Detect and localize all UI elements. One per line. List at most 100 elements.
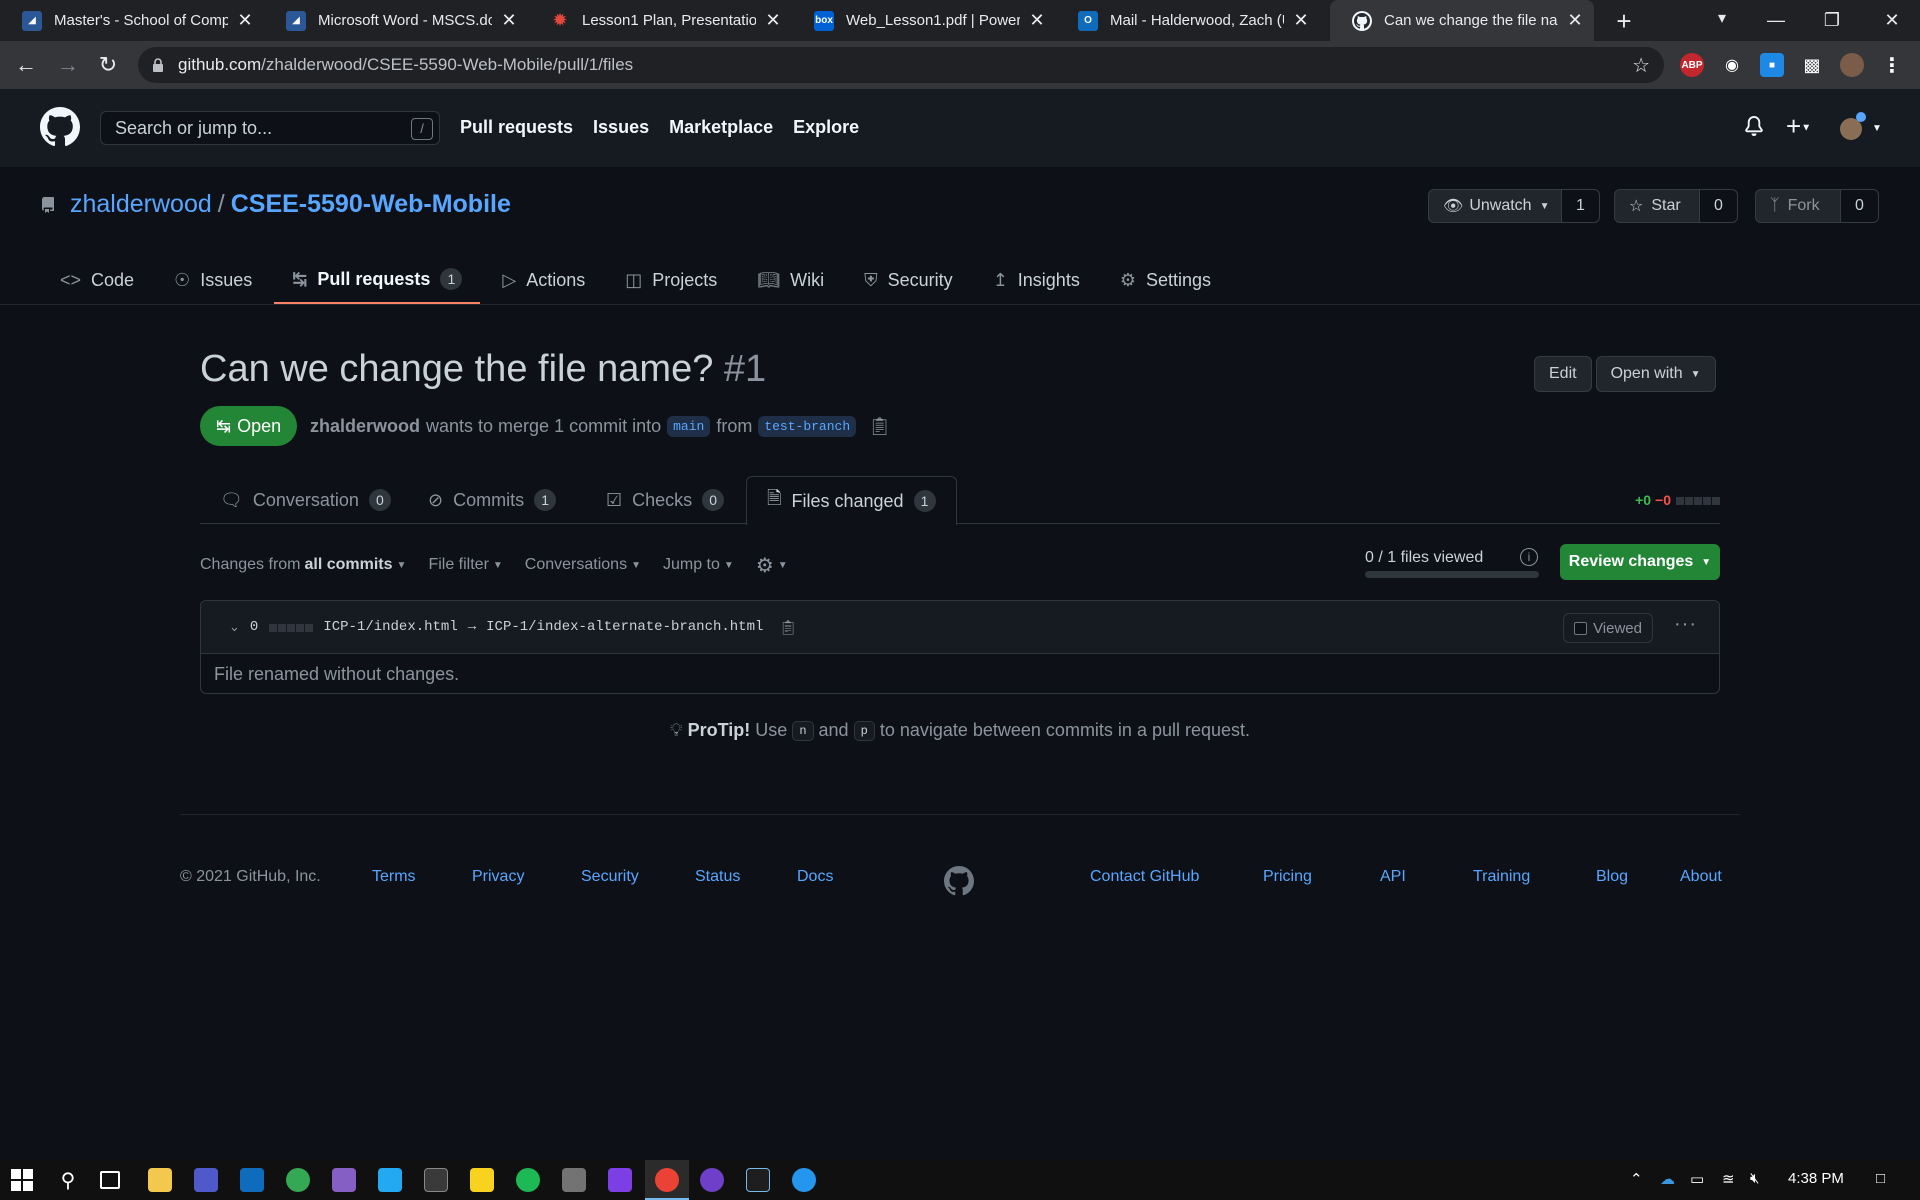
windows-start-icon[interactable]	[10, 1168, 34, 1197]
tab-search-icon[interactable]: ▾	[1694, 0, 1750, 41]
repo-owner-link[interactable]: zhalderwood	[70, 190, 212, 219]
repo-name-link[interactable]: CSEE-5590-Web-Mobile	[231, 190, 511, 219]
footer-link-training[interactable]: Training	[1473, 868, 1530, 886]
spy-extension-icon[interactable]: ◉	[1720, 53, 1744, 77]
footer-link-terms[interactable]: Terms	[372, 868, 416, 886]
copy-clipboard-icon[interactable]: 📋︎	[779, 619, 797, 636]
teams-icon[interactable]	[194, 1168, 218, 1192]
info-icon[interactable]: i	[1520, 548, 1538, 566]
tab-projects[interactable]: ◫ Projects	[625, 256, 717, 304]
browser-tab[interactable]: ◢ Microsoft Word - MSCS.doc ✕	[264, 0, 528, 41]
browser-tab[interactable]: O Mail - Halderwood, Zach (U ✕	[1056, 0, 1320, 41]
close-tab-icon[interactable]: ✕	[500, 10, 518, 31]
minimize-icon[interactable]: —	[1748, 0, 1804, 41]
app-icon[interactable]	[608, 1168, 632, 1192]
restore-icon[interactable]: ❐	[1804, 0, 1860, 41]
footer-link-about[interactable]: About	[1680, 868, 1722, 886]
forward-icon[interactable]: →	[54, 51, 82, 79]
sticky-notes-icon[interactable]	[470, 1168, 494, 1192]
tab-wiki[interactable]: 📖︎ Wiki	[757, 256, 824, 304]
nav-issues[interactable]: Issues	[593, 117, 649, 138]
star-count[interactable]: 0	[1700, 189, 1738, 223]
snip-icon[interactable]	[746, 1168, 770, 1192]
old-file-path[interactable]: ICP-1/index.html	[323, 619, 457, 635]
nav-marketplace[interactable]: Marketplace	[669, 117, 773, 138]
tab-issues[interactable]: ☉ Issues	[174, 256, 252, 304]
docker-icon[interactable]	[792, 1168, 816, 1192]
file-explorer-icon[interactable]	[148, 1168, 172, 1192]
more-options-icon[interactable]: ···	[1674, 613, 1697, 636]
footer-link-privacy[interactable]: Privacy	[472, 868, 524, 886]
fork-count[interactable]: 0	[1841, 189, 1879, 223]
notifications-icon[interactable]: □	[1876, 1170, 1885, 1187]
tab-files-changed[interactable]: 🗎︎ Files changed 1	[746, 476, 957, 525]
footer-link-blog[interactable]: Blog	[1596, 868, 1628, 886]
tab-commits[interactable]: ⊘ Commits 1	[408, 476, 576, 524]
close-tab-icon[interactable]: ✕	[1292, 10, 1310, 31]
github-desktop-icon[interactable]	[700, 1168, 724, 1192]
extensions-puzzle-icon[interactable]: ▩	[1800, 53, 1824, 77]
spotify-icon[interactable]	[516, 1168, 540, 1192]
tab-code[interactable]: <> Code	[60, 256, 134, 304]
visual-studio-icon[interactable]	[332, 1168, 356, 1192]
footer-link-contact[interactable]: Contact GitHub	[1090, 868, 1199, 886]
head-branch[interactable]: test-branch	[758, 416, 857, 437]
bookmark-star-icon[interactable]: ☆	[1632, 53, 1650, 78]
notifications-bell-icon[interactable]	[1744, 115, 1764, 143]
watch-count[interactable]: 1	[1562, 189, 1600, 223]
close-tab-icon[interactable]: ✕	[1028, 10, 1046, 31]
footer-link-status[interactable]: Status	[695, 868, 740, 886]
browser-tab[interactable]: ◢ Master's - School of Compu ✕	[0, 0, 264, 41]
pr-author-link[interactable]: zhalderwood	[310, 416, 420, 437]
viewed-checkbox[interactable]: Viewed	[1563, 613, 1653, 643]
github-logo-icon[interactable]	[40, 107, 80, 147]
new-tab-icon[interactable]: +	[1610, 7, 1638, 35]
volume-muted-icon[interactable]: 🔇︎	[1750, 1170, 1759, 1187]
footer-link-security[interactable]: Security	[581, 868, 639, 886]
base-branch[interactable]: main	[667, 416, 711, 437]
jump-to-dropdown[interactable]: Jump to ▼	[663, 556, 734, 574]
outlook-icon[interactable]	[240, 1168, 264, 1192]
create-new-plus-icon[interactable]: +▼	[1786, 111, 1811, 142]
clock[interactable]: 4:38 PM	[1788, 1170, 1844, 1187]
browser-tab[interactable]: ✹ Lesson1 Plan, Presentation, ✕	[528, 0, 792, 41]
copy-clipboard-icon[interactable]: 📋︎	[868, 416, 891, 437]
browser-tab-active[interactable]: Can we change the file nam ✕	[1330, 0, 1594, 41]
unwatch-button[interactable]: 👁︎ Unwatch ▼	[1428, 189, 1562, 223]
browser-tab[interactable]: box Web_Lesson1.pdf | Powered ✕	[792, 0, 1056, 41]
close-tab-icon[interactable]: ✕	[236, 10, 254, 31]
footer-link-api[interactable]: API	[1380, 868, 1406, 886]
close-window-icon[interactable]: ✕	[1864, 0, 1920, 41]
github-mark-icon[interactable]	[944, 866, 974, 896]
battery-icon[interactable]: ▭	[1690, 1170, 1704, 1188]
calculator-icon[interactable]	[562, 1168, 586, 1192]
new-file-path[interactable]: ICP-1/index-alternate-branch.html	[486, 619, 763, 635]
tab-pull-requests[interactable]: ↹ Pull requests 1	[274, 256, 481, 304]
reload-icon[interactable]: ↻	[94, 51, 122, 79]
task-view-icon[interactable]	[100, 1171, 120, 1189]
search-icon[interactable]: ⚲	[56, 1168, 80, 1192]
conversations-dropdown[interactable]: Conversations ▼	[525, 556, 641, 574]
edit-button[interactable]: Edit	[1534, 356, 1592, 392]
footer-link-docs[interactable]: Docs	[797, 868, 833, 886]
tab-security[interactable]: ⛨ Security	[864, 256, 953, 304]
chrome-icon[interactable]	[286, 1168, 310, 1192]
changes-from-dropdown[interactable]: Changes from all commits ▼	[200, 556, 406, 574]
onedrive-icon[interactable]: ☁	[1660, 1170, 1675, 1188]
nav-pull-requests[interactable]: Pull requests	[460, 117, 573, 138]
url-field[interactable]: github.com/zhalderwood/CSEE-5590-Web-Mob…	[138, 47, 1664, 83]
chrome-active-icon[interactable]	[655, 1168, 679, 1192]
tab-actions[interactable]: ▷ Actions	[502, 256, 585, 304]
file-filter-dropdown[interactable]: File filter ▼	[428, 556, 502, 574]
wifi-icon[interactable]: ≊	[1722, 1170, 1735, 1188]
nav-explore[interactable]: Explore	[793, 117, 859, 138]
diff-settings-dropdown[interactable]: ⚙ ▼	[756, 553, 788, 578]
chevron-up-icon[interactable]: ⌃	[1630, 1170, 1643, 1188]
terminal-icon[interactable]	[424, 1168, 448, 1192]
tab-conversation[interactable]: 🗨︎ Conversation 0	[200, 476, 411, 524]
close-tab-icon[interactable]: ✕	[764, 10, 782, 31]
user-avatar[interactable]: ▼	[1840, 112, 1882, 140]
search-input[interactable]: Search or jump to... /	[100, 111, 440, 145]
profile-avatar[interactable]	[1840, 53, 1864, 77]
review-changes-button[interactable]: Review changes ▼	[1560, 544, 1720, 580]
